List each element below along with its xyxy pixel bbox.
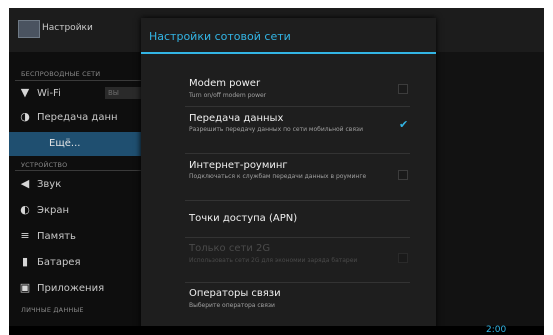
option-title: Операторы связи <box>189 288 281 299</box>
sidebar-item-label: Экран <box>37 205 70 216</box>
section-header-device: УСТРОЙСТВО <box>21 161 68 169</box>
option-access-point-names[interactable]: Точки доступа (APN) <box>141 213 436 237</box>
section-divider <box>15 170 155 171</box>
dialog-title-divider <box>141 52 436 54</box>
option-title: Только сети 2G <box>189 243 271 254</box>
settings-sidebar: БЕСПРОВОДНЫЕ СЕТИ ▼ Wi-Fi ВЫ ◑ Передача … <box>9 52 159 335</box>
sidebar-item-data-usage[interactable]: ◑ Передача данн <box>9 106 159 130</box>
option-title: Интернет-роуминг <box>189 160 288 171</box>
sidebar-item-label: Wi-Fi <box>37 88 61 99</box>
data-usage-icon: ◑ <box>20 110 30 123</box>
option-modem-power[interactable]: Modem power Turn on/off modem power <box>141 78 436 108</box>
option-summary: Использовать сети 2G для экономии заряда… <box>189 257 358 264</box>
option-divider <box>185 237 410 238</box>
option-data-enabled[interactable]: Передача данных Разрешить передачу данны… <box>141 113 436 153</box>
option-divider <box>185 153 410 154</box>
sidebar-item-label: Приложения <box>37 283 105 294</box>
section-divider <box>15 80 155 81</box>
option-data-roaming[interactable]: Интернет-роуминг Подключаться к службам … <box>141 160 436 200</box>
option-summary: Turn on/off modem power <box>189 92 267 99</box>
option-summary: Разрешить передачу данных по сети мобиль… <box>189 126 364 133</box>
storage-icon: ≡ <box>20 229 30 242</box>
mobile-network-settings-dialog: Настройки сотовой сети Modem power Turn … <box>141 18 436 335</box>
sidebar-item-label: Звук <box>37 179 62 190</box>
apps-icon: ▣ <box>19 281 31 294</box>
option-summary: Подключаться к службам передачи данных в… <box>189 173 367 180</box>
sidebar-item-apps[interactable]: ▣ Приложения <box>9 277 159 301</box>
data-roaming-checkbox[interactable] <box>398 170 408 180</box>
display-icon: ◐ <box>20 203 30 216</box>
settings-app-icon[interactable] <box>18 20 40 38</box>
data-enabled-checkbox[interactable]: ✔ <box>398 119 408 130</box>
option-divider <box>185 282 410 283</box>
sidebar-item-storage[interactable]: ≡ Память <box>9 225 159 249</box>
option-network-operators[interactable]: Операторы связи Выберите оператора связи <box>141 288 436 318</box>
sidebar-item-more[interactable]: Ещё... <box>9 132 159 156</box>
sidebar-item-sound[interactable]: ◀ Звук <box>9 173 159 197</box>
modem-power-checkbox[interactable] <box>398 84 408 94</box>
sound-icon: ◀ <box>20 177 30 190</box>
sidebar-item-display[interactable]: ◐ Экран <box>9 199 159 223</box>
sidebar-item-label: Передача данн <box>37 112 118 123</box>
status-clock: 2:00 <box>486 325 507 335</box>
section-header-personal: ЛИЧНЫЕ ДАННЫЕ <box>21 306 84 314</box>
option-title: Точки доступа (APN) <box>189 213 298 224</box>
sidebar-item-label: Ещё... <box>49 138 81 149</box>
option-divider <box>185 106 410 107</box>
sidebar-item-label: Батарея <box>37 257 81 268</box>
option-title: Modem power <box>189 78 261 89</box>
sidebar-item-wifi[interactable]: ▼ Wi-Fi ВЫ <box>9 82 159 106</box>
2g-only-checkbox <box>398 253 408 263</box>
wifi-icon: ▼ <box>20 86 30 99</box>
app-title: Настройки <box>42 23 93 33</box>
dialog-title: Настройки сотовой сети <box>149 30 291 43</box>
option-title: Передача данных <box>189 113 284 124</box>
system-navigation-bar <box>9 326 544 335</box>
option-2g-only: Только сети 2G Использовать сети 2G для … <box>141 243 436 283</box>
sidebar-item-label: Память <box>37 231 76 242</box>
tablet-screen: Настройки БЕСПРОВОДНЫЕ СЕТИ ▼ Wi-Fi ВЫ ◑… <box>9 8 544 335</box>
sidebar-item-battery[interactable]: ▮ Батарея <box>9 251 159 275</box>
option-summary: Выберите оператора связи <box>189 302 275 309</box>
option-divider <box>185 200 410 201</box>
battery-icon: ▮ <box>21 255 29 268</box>
section-header-wireless: БЕСПРОВОДНЫЕ СЕТИ <box>21 70 101 78</box>
